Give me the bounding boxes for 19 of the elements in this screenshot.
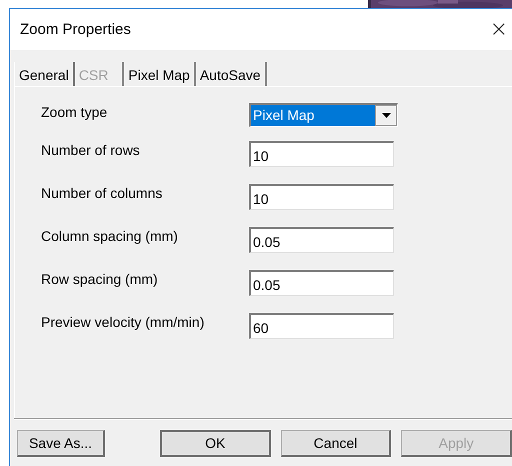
input-field[interactable]: 0.05 [249,270,394,296]
field-label: Preview velocity (mm/min) [41,313,206,330]
dropdown[interactable]: Pixel Map [249,103,398,127]
field-label: Zoom type [41,103,108,120]
field-label: Number of columns [41,184,164,201]
input-field[interactable]: 60 [249,313,394,339]
field-label: Number of rows [41,141,141,158]
input-field[interactable]: 0.05 [249,227,394,253]
input-field[interactable]: 10 [249,184,394,210]
field-label: Row spacing (mm) [41,270,159,287]
input-field[interactable]: 10 [249,141,394,167]
tab[interactable]: General [14,62,75,86]
caret-icon [382,113,390,118]
window-title: Zoom Properties [20,21,131,38]
dialog-button[interactable]: Save As... [17,430,105,456]
dialog-button[interactable]: Cancel [280,430,392,456]
close-button[interactable]: × [486,17,512,42]
dialog-button[interactable]: OK [160,430,271,456]
field-label: Column spacing (mm) [41,227,179,244]
